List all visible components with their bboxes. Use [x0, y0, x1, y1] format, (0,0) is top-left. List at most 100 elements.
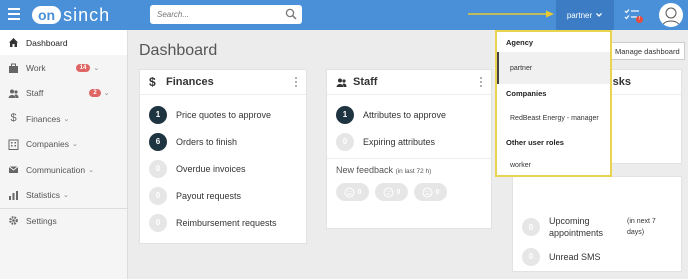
count-badge: 1	[149, 105, 167, 124]
notification-badge: !	[636, 16, 643, 23]
annotation-arrow	[468, 10, 554, 18]
count-badge: 2	[89, 89, 101, 98]
role-dropdown[interactable]: partner	[556, 0, 614, 30]
card-title: sks	[612, 76, 631, 88]
briefcase-icon	[9, 63, 18, 73]
menu-section-header: Companies	[506, 89, 547, 98]
sidebar-item-label: Work	[26, 63, 46, 74]
sidebar-item-statistics[interactable]: Statistics ⌄	[0, 182, 127, 207]
card-header: Staff	[327, 70, 491, 95]
feedback-summary: 0 0 0	[327, 183, 491, 201]
sidebar-item-settings[interactable]: Settings	[0, 207, 127, 233]
page-title: Dashboard	[139, 42, 218, 59]
feedback-title: New feedback	[336, 165, 394, 175]
menu-item-partner[interactable]: partner	[497, 52, 610, 84]
frown-icon	[422, 187, 433, 197]
gear-icon	[9, 216, 18, 226]
card-title: Staff	[353, 76, 378, 88]
search-box	[150, 5, 302, 24]
menu-icon[interactable]	[8, 8, 20, 20]
chevron-down-icon	[596, 13, 603, 17]
row-label: Unread SMS	[549, 251, 601, 262]
positive-feedback-badge[interactable]: 0	[336, 183, 369, 201]
menu-item-worker[interactable]: worker	[497, 152, 610, 178]
chevron-down-icon: ⌄	[103, 90, 110, 98]
feedback-count: 0	[435, 188, 440, 196]
count-badge: 0	[336, 132, 354, 151]
list-item[interactable]: 1 Price quotes to approve	[140, 101, 306, 128]
menu-section-header: Other user roles	[506, 138, 564, 147]
sidebar-item-label: Finances	[26, 113, 61, 124]
top-bar: on sinch partner !	[0, 0, 688, 30]
users-icon	[8, 89, 19, 98]
chevron-down-icon: ⌄	[93, 65, 100, 73]
chevron-down-icon: ⌄	[63, 192, 69, 200]
dollar-icon: $	[10, 112, 17, 125]
dollar-icon: $	[149, 74, 156, 89]
neutral-feedback-badge[interactable]: 0	[375, 183, 408, 201]
home-icon	[9, 38, 18, 48]
users-icon	[336, 78, 347, 87]
list-item[interactable]: 6 Orders to finish	[140, 128, 306, 155]
search-input[interactable]	[150, 5, 280, 24]
count-badge: 1	[336, 105, 354, 124]
sidebar-item-dashboard[interactable]: Dashboard	[0, 30, 127, 56]
building-icon	[8, 139, 19, 150]
list-item[interactable]: 0 Unread SMS	[513, 243, 681, 270]
chevron-down-icon: ⌄	[63, 115, 70, 123]
feedback-count: 0	[396, 188, 401, 196]
envelope-icon	[8, 166, 19, 174]
sidebar-item-communication[interactable]: Communication ⌄	[0, 157, 127, 182]
more-options-icon[interactable]	[295, 77, 298, 88]
staff-card: Staff 1 Attributes to approve 0 Expiring a…	[326, 69, 492, 229]
row-label: Price quotes to approve	[176, 109, 272, 120]
smile-icon	[344, 187, 355, 197]
card-header: $ Finances	[140, 70, 306, 95]
sidebar-item-finances[interactable]: $ Finances ⌄	[0, 106, 127, 131]
logo[interactable]: on sinch	[32, 5, 110, 25]
negative-feedback-badge[interactable]: 0	[414, 183, 447, 201]
row-note: (in next 7 days)	[627, 218, 656, 236]
sidebar: Dashboard Work 14 ⌄ Staff 2 ⌄ $ Finances…	[0, 30, 128, 279]
feedback-count: 0	[357, 188, 362, 196]
finances-card: $ Finances 1 Price quotes to approve 6 Ord…	[139, 69, 307, 244]
chevron-down-icon: ⌄	[88, 166, 94, 174]
sidebar-item-label: Communication	[26, 164, 86, 175]
communication-card: 0 Upcoming appointments (in next 7 days)…	[512, 176, 682, 272]
list-item[interactable]: 0 Expiring attributes	[327, 128, 491, 155]
row-label: Payout requests	[176, 190, 242, 201]
sidebar-item-label: Settings	[26, 215, 57, 226]
manage-dashboard-button[interactable]: Manage dashboard	[610, 42, 685, 60]
role-dropdown-label: partner	[566, 10, 593, 20]
more-options-icon[interactable]	[480, 77, 483, 88]
row-label: Reimbursement requests	[176, 217, 277, 228]
row-label: Orders to finish	[176, 136, 238, 147]
list-item[interactable]: 1 Attributes to approve	[327, 101, 491, 128]
search-icon[interactable]	[285, 8, 297, 20]
sidebar-item-label: Dashboard	[26, 37, 68, 48]
count-badge: 6	[149, 132, 167, 151]
menu-item-redbeast-manager[interactable]: RedBeast Energy - manager	[497, 103, 610, 133]
list-item[interactable]: 0 Overdue invoices	[140, 155, 306, 182]
count-badge: 0	[149, 186, 167, 205]
sidebar-item-companies[interactable]: Companies ⌄	[0, 132, 127, 157]
chevron-down-icon: ⌄	[72, 141, 78, 149]
feedback-note: (in last 72 h)	[395, 168, 432, 175]
count-badge: 0	[149, 159, 167, 178]
list-item[interactable]: 0 Payout requests	[140, 182, 306, 209]
logo-text: sinch	[63, 4, 111, 25]
bar-chart-icon	[9, 190, 18, 200]
menu-section-header: Agency	[506, 38, 534, 47]
row-label: Expiring attributes	[363, 136, 436, 147]
list-item[interactable]: 0 Reimbursement requests	[140, 209, 306, 236]
sidebar-item-label: Statistics	[26, 190, 61, 201]
count-badge: 14	[75, 64, 91, 73]
avatar[interactable]	[659, 3, 683, 27]
neutral-face-icon	[383, 187, 394, 197]
role-dropdown-menu: Agency partner Companies RedBeast Energy…	[495, 30, 612, 177]
sidebar-item-staff[interactable]: Staff 2 ⌄	[0, 81, 127, 106]
count-badge: 0	[522, 218, 540, 236]
list-item[interactable]: 0 Upcoming appointments (in next 7 days)	[513, 211, 681, 243]
sidebar-item-work[interactable]: Work 14 ⌄	[0, 55, 127, 80]
card-title: Finances	[166, 76, 214, 88]
